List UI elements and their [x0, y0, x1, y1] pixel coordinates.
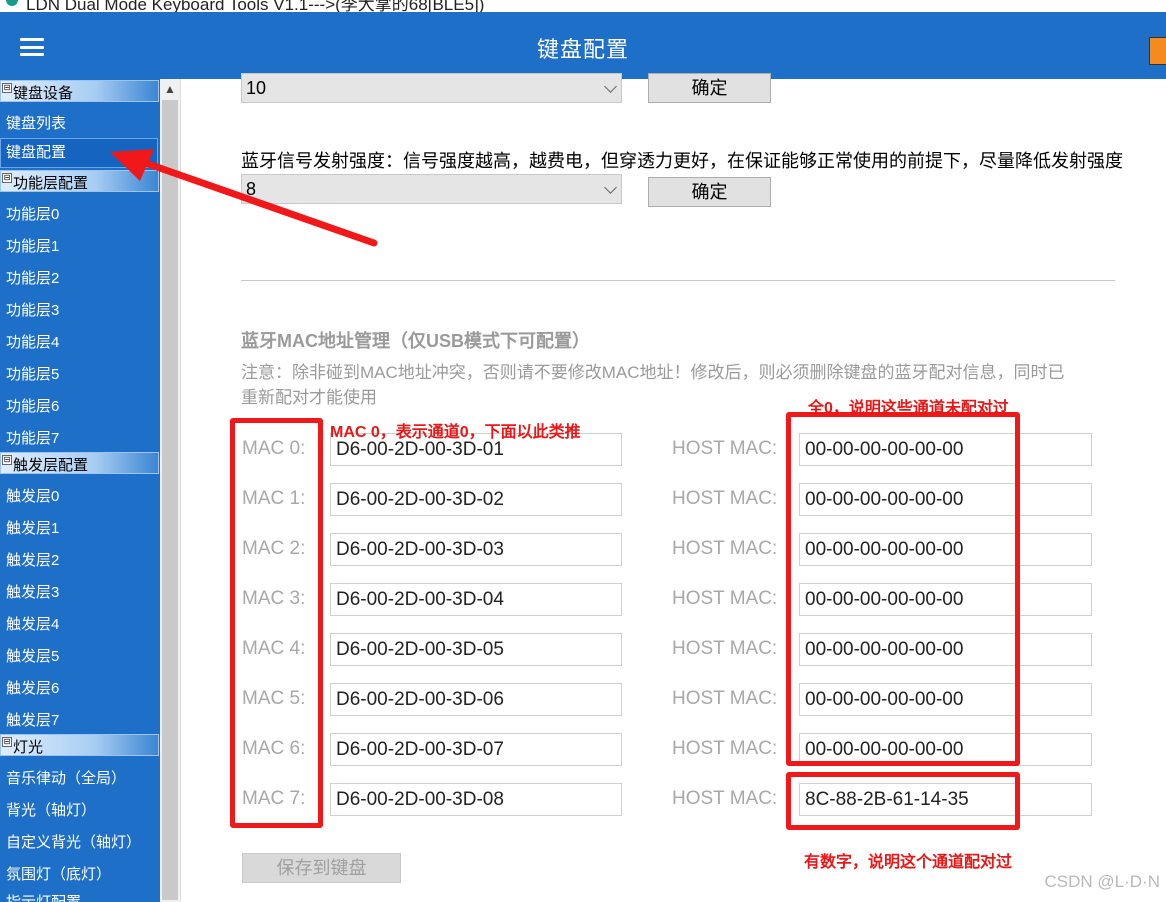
sidebar-item-trigger-layer-6[interactable]: 触发层6	[6, 677, 59, 698]
sidebar-group-label: 键盘设备	[13, 85, 74, 102]
host-mac-label-5: HOST MAC:	[672, 688, 778, 709]
mac-input-7[interactable]: D6-00-2D-00-3D-08	[330, 783, 622, 816]
red-arrow-annotation	[110, 149, 378, 247]
sidebar-group-label: 触发层配置	[13, 457, 89, 474]
sidebar-item-fn-layer-0[interactable]: 功能层0	[6, 203, 59, 224]
value-select[interactable]: 10	[241, 73, 622, 103]
sidebar-item-backlight[interactable]: 背光（轴灯）	[6, 799, 96, 820]
sidebar-item-fn-layer-2[interactable]: 功能层2	[6, 267, 59, 288]
scroll-up-icon[interactable]: ▲	[160, 79, 180, 99]
sidebar-item-fn-layer-6[interactable]: 功能层6	[6, 395, 59, 416]
collapse-toggle-icon[interactable]: ⊟	[2, 455, 12, 465]
annotation-all-zero-note: 全0，说明这些通道未配对过	[808, 400, 1009, 417]
sidebar-group-label: 功能层配置	[13, 175, 89, 192]
sidebar-item-fn-layer-4[interactable]: 功能层4	[6, 331, 59, 352]
mac-input-4[interactable]: D6-00-2D-00-3D-05	[330, 633, 622, 666]
sidebar-item-trigger-layer-5[interactable]: 触发层5	[6, 645, 59, 666]
window-title: LDN Dual Mode Keyboard Tools V1.1--->(李大…	[26, 0, 485, 12]
mac-section-title: 蓝牙MAC地址管理（仅USB模式下可配置）	[241, 331, 590, 351]
collapse-toggle-icon[interactable]: ⊟	[2, 737, 12, 747]
app-header: 键盘配置	[0, 12, 1166, 79]
section-divider	[241, 280, 1115, 281]
collapse-toggle-icon[interactable]: ⊟	[2, 173, 12, 183]
sidebar-item-custom-backlight[interactable]: 自定义背光（轴灯）	[6, 831, 141, 852]
sidebar-item-fn-layer-7[interactable]: 功能层7	[6, 427, 59, 448]
host-mac-label-7: HOST MAC:	[672, 788, 778, 809]
chevron-down-icon	[604, 80, 617, 93]
sidebar-item-ambient-light[interactable]: 氛围灯（底灯）	[6, 863, 111, 884]
sidebar-item-indicator-config[interactable]: 指示灯配置	[6, 891, 81, 902]
annotation-mac0-note: MAC 0，表示通道0，下面以此类推	[330, 424, 581, 441]
sidebar-item-fn-layer-1[interactable]: 功能层1	[6, 235, 59, 256]
sidebar-item-trigger-layer-4[interactable]: 触发层4	[6, 613, 59, 634]
host-mac-label-1: HOST MAC:	[672, 488, 778, 509]
host-mac-label-2: HOST MAC:	[672, 538, 778, 559]
mac-input-2[interactable]: D6-00-2D-00-3D-03	[330, 533, 622, 566]
select-value: 10	[246, 78, 267, 98]
sidebar-group-lighting[interactable]: ⊟ 灯光	[0, 734, 159, 756]
sidebar-group-keyboard-devices[interactable]: ⊟ 键盘设备	[0, 80, 159, 102]
sidebar-item-music-rhythm[interactable]: 音乐律动（全局）	[6, 767, 126, 788]
host-mac-label-3: HOST MAC:	[672, 588, 778, 609]
sidebar-item-fn-layer-5[interactable]: 功能层5	[6, 363, 59, 384]
accent-indicator	[1149, 37, 1166, 65]
mac-input-3[interactable]: D6-00-2D-00-3D-04	[330, 583, 622, 616]
annotation-box-zero-hosts	[786, 412, 1020, 766]
page-title: 键盘配置	[536, 37, 629, 62]
chevron-down-icon	[604, 181, 617, 194]
watermark: CSDN @L·D·N	[1044, 872, 1160, 891]
sidebar-item-keyboard-list[interactable]: 键盘列表	[6, 112, 66, 133]
mac-input-1[interactable]: D6-00-2D-00-3D-02	[330, 483, 622, 516]
sidebar-item-trigger-layer-0[interactable]: 触发层0	[6, 485, 59, 506]
sidebar-item-trigger-layer-7[interactable]: 触发层7	[6, 709, 59, 730]
host-mac-label-6: HOST MAC:	[672, 738, 778, 759]
app-icon	[6, 0, 18, 6]
window-titlebar: LDN Dual Mode Keyboard Tools V1.1--->(李大…	[0, 0, 1166, 12]
host-mac-label-4: HOST MAC:	[672, 638, 778, 659]
sidebar-item-fn-layer-3[interactable]: 功能层3	[6, 299, 59, 320]
confirm-button[interactable]: 确定	[648, 73, 771, 103]
annotation-box-mac-labels	[230, 418, 323, 828]
host-mac-label-0: HOST MAC:	[672, 438, 778, 459]
tx-power-confirm-button[interactable]: 确定	[648, 177, 771, 207]
sidebar-item-trigger-layer-3[interactable]: 触发层3	[6, 581, 59, 602]
sidebar-group-trigger-layers[interactable]: ⊟ 触发层配置	[0, 452, 159, 474]
annotation-has-number-note: 有数字，说明这个通道配对过	[804, 854, 1013, 871]
sidebar-item-trigger-layer-2[interactable]: 触发层2	[6, 549, 59, 570]
annotation-box-paired-host	[786, 772, 1020, 830]
sidebar-group-label: 灯光	[13, 739, 44, 756]
save-to-keyboard-button[interactable]: 保存到键盘	[242, 853, 401, 883]
mac-input-6[interactable]: D6-00-2D-00-3D-07	[330, 733, 622, 766]
note-line: 注意：除非碰到MAC地址冲突，否则请不要修改MAC地址！修改后，则必须删除键盘的…	[241, 363, 1065, 382]
mac-input-5[interactable]: D6-00-2D-00-3D-06	[330, 683, 622, 716]
collapse-toggle-icon[interactable]: ⊟	[2, 83, 12, 93]
sidebar-item-trigger-layer-1[interactable]: 触发层1	[6, 517, 59, 538]
